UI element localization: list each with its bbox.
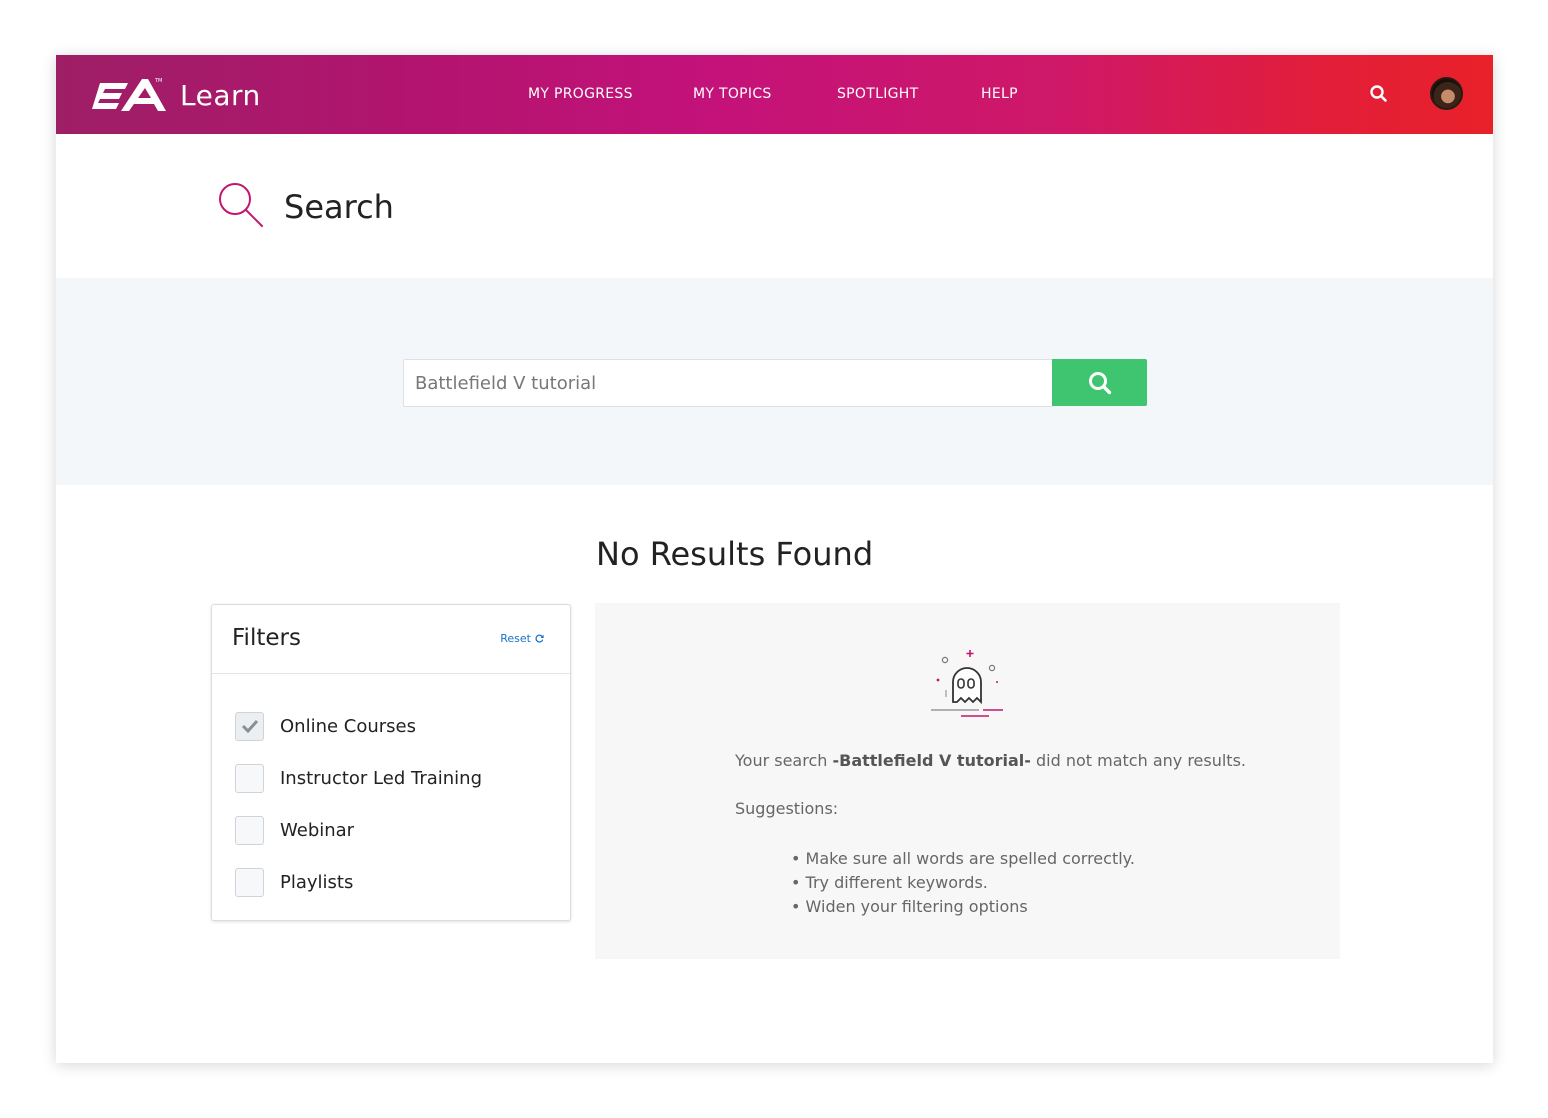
checkbox[interactable]	[235, 867, 264, 897]
search-button[interactable]	[1052, 359, 1147, 406]
user-avatar[interactable]	[1430, 77, 1463, 110]
checkmark-icon	[241, 719, 258, 733]
search-icon	[1088, 371, 1111, 394]
reset-label: Reset	[500, 632, 531, 645]
nav-my-progress[interactable]: MY PROGRESS	[528, 86, 633, 102]
page-header: Search	[216, 182, 394, 232]
search-input[interactable]	[403, 359, 1053, 407]
filters-title: Filters	[232, 625, 301, 651]
refresh-icon	[535, 634, 544, 643]
filter-instructor-led-training[interactable]: Instructor Led Training	[235, 763, 482, 793]
nav-my-topics[interactable]: MY TOPICS	[693, 86, 772, 102]
header-search-icon[interactable]	[1369, 84, 1389, 104]
suggestions-title: Suggestions:	[735, 799, 839, 818]
suggestion-item: • Widen your filtering options	[791, 897, 1028, 916]
filter-webinar[interactable]: Webinar	[235, 815, 354, 845]
no-match-message: Your search -Battlefield V tutorial- did…	[735, 751, 1246, 770]
filters-header: Filters Reset	[212, 605, 570, 674]
filters-panel: Filters Reset Online Courses Instructor …	[211, 604, 571, 921]
magnifier-icon	[216, 180, 266, 235]
suggestion-item: • Try different keywords.	[791, 873, 988, 892]
page-title: Search	[284, 188, 394, 226]
suggestions-list: • Make sure all words are spelled correc…	[791, 847, 1135, 919]
checkbox[interactable]	[235, 815, 264, 845]
filter-label: Instructor Led Training	[280, 767, 483, 789]
brand-name: Learn	[180, 78, 261, 112]
svg-text:TM: TM	[154, 78, 162, 84]
filter-label: Playlists	[280, 871, 354, 893]
results-panel: Your search -Battlefield V tutorial- did…	[595, 603, 1340, 959]
ea-logo-icon: TM	[92, 78, 166, 111]
filter-online-courses[interactable]: Online Courses	[235, 711, 416, 741]
suggestion-item: • Make sure all words are spelled correc…	[791, 849, 1135, 868]
checkbox[interactable]	[235, 763, 264, 793]
filter-label: Online Courses	[280, 715, 417, 737]
message-query: -Battlefield V tutorial-	[832, 751, 1031, 770]
no-results-heading: No Results Found	[596, 535, 874, 573]
checkbox[interactable]	[235, 711, 264, 741]
brand-logo[interactable]: TM Learn	[92, 77, 261, 113]
ghost-icon	[929, 648, 1005, 725]
reset-button[interactable]: Reset	[500, 632, 544, 645]
nav-spotlight[interactable]: SPOTLIGHT	[837, 86, 918, 102]
message-suffix: did not match any results.	[1030, 751, 1246, 770]
message-prefix: Your search	[735, 751, 833, 770]
app-window: TM Learn MY PROGRESS MY TOPICS SPOTLIGHT…	[56, 55, 1493, 1063]
top-navigation-bar: TM Learn MY PROGRESS MY TOPICS SPOTLIGHT…	[56, 55, 1493, 134]
nav-help[interactable]: HELP	[981, 86, 1018, 102]
filter-label: Webinar	[280, 819, 355, 841]
filter-playlists[interactable]: Playlists	[235, 867, 353, 897]
search-band	[56, 278, 1493, 485]
